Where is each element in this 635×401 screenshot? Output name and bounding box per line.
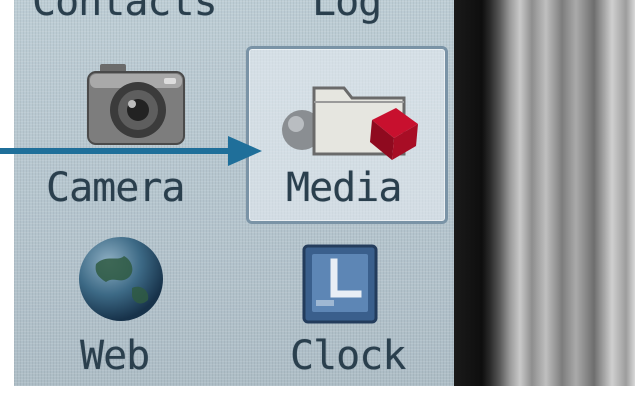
phone-bezel <box>454 0 635 386</box>
clock-icon[interactable] <box>302 244 378 328</box>
phone-screen: Contacts Log Camera Media Web Clock <box>14 0 454 386</box>
menu-item-log-label[interactable]: Log <box>312 0 382 22</box>
media-folder-icon[interactable] <box>274 68 424 172</box>
pointer-arrow-icon <box>0 136 262 166</box>
image-bottom-margin <box>0 386 635 401</box>
menu-item-contacts-label[interactable]: Contacts <box>32 0 218 22</box>
menu-item-clock-label[interactable]: Clock <box>290 336 406 376</box>
menu-item-web-label[interactable]: Web <box>80 336 150 376</box>
menu-item-media-label[interactable]: Media <box>286 168 402 208</box>
globe-icon[interactable] <box>76 234 166 328</box>
